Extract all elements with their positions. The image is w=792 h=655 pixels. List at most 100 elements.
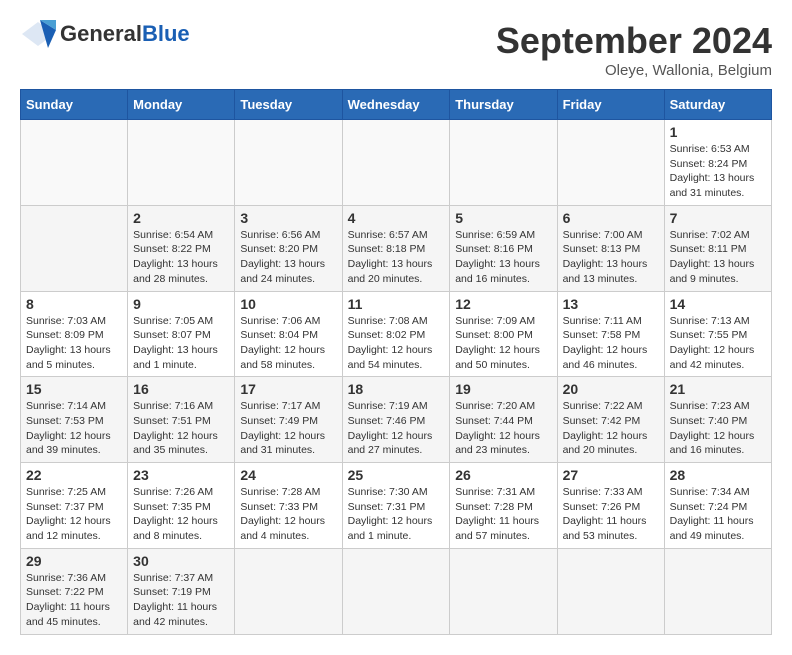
day-number: 13 (563, 296, 659, 312)
day-number: 8 (26, 296, 122, 312)
day-number: 21 (670, 381, 766, 397)
calendar-cell: 16 Sunrise: 7:16 AM Sunset: 7:51 PM Dayli… (128, 377, 235, 463)
day-number: 25 (348, 467, 445, 483)
day-info: Sunrise: 6:57 AM Sunset: 8:18 PM Dayligh… (348, 228, 445, 287)
calendar-cell: 18Sunrise: 7:19 AM Sunset: 7:46 PM Dayli… (342, 377, 450, 463)
calendar-cell (128, 120, 235, 206)
calendar-cell: 5 Sunrise: 6:59 AM Sunset: 8:16 PM Daylig… (450, 205, 557, 291)
day-info: Sunrise: 6:59 AM Sunset: 8:16 PM Dayligh… (455, 228, 551, 287)
week-row-2: 2 Sunrise: 6:54 AM Sunset: 8:22 PM Daylig… (21, 205, 772, 291)
day-info: Sunrise: 7:20 AM Sunset: 7:44 PM Dayligh… (455, 399, 551, 458)
day-info: Sunrise: 7:36 AM Sunset: 7:22 PM Dayligh… (26, 571, 122, 630)
week-row-5: 22 Sunrise: 7:25 AM Sunset: 7:37 PM Dayli… (21, 463, 772, 549)
calendar-cell: 19 Sunrise: 7:20 AM Sunset: 7:44 PM Dayli… (450, 377, 557, 463)
day-info: Sunrise: 7:16 AM Sunset: 7:51 PM Dayligh… (133, 399, 229, 458)
logo-icon (20, 20, 56, 48)
calendar-cell: 25Sunrise: 7:30 AM Sunset: 7:31 PM Dayli… (342, 463, 450, 549)
day-info: Sunrise: 7:33 AM Sunset: 7:26 PM Dayligh… (563, 485, 659, 544)
day-number: 7 (670, 210, 766, 226)
day-info: Sunrise: 7:37 AM Sunset: 7:19 PM Dayligh… (133, 571, 229, 630)
calendar-cell (342, 120, 450, 206)
week-row-6: 29 Sunrise: 7:36 AM Sunset: 7:22 PM Dayli… (21, 548, 772, 634)
week-row-3: 8 Sunrise: 7:03 AM Sunset: 8:09 PM Daylig… (21, 291, 772, 377)
day-info: Sunrise: 7:06 AM Sunset: 8:04 PM Dayligh… (240, 314, 336, 373)
day-info: Sunrise: 7:26 AM Sunset: 7:35 PM Dayligh… (133, 485, 229, 544)
day-info: Sunrise: 7:14 AM Sunset: 7:53 PM Dayligh… (26, 399, 122, 458)
day-header-monday: Monday (128, 90, 235, 120)
calendar-cell: 21 Sunrise: 7:23 AM Sunset: 7:40 PM Dayli… (664, 377, 771, 463)
logo-text: GeneralBlue (60, 23, 190, 45)
day-info: Sunrise: 7:00 AM Sunset: 8:13 PM Dayligh… (563, 228, 659, 287)
day-info: Sunrise: 6:56 AM Sunset: 8:20 PM Dayligh… (240, 228, 336, 287)
day-number: 22 (26, 467, 122, 483)
day-info: Sunrise: 7:31 AM Sunset: 7:28 PM Dayligh… (455, 485, 551, 544)
day-info: Sunrise: 7:05 AM Sunset: 8:07 PM Dayligh… (133, 314, 229, 373)
day-number: 27 (563, 467, 659, 483)
calendar-cell (235, 548, 342, 634)
day-number: 1 (670, 124, 766, 140)
day-header-sunday: Sunday (21, 90, 128, 120)
header-row: SundayMondayTuesdayWednesdayThursdayFrid… (21, 90, 772, 120)
day-info: Sunrise: 7:08 AM Sunset: 8:02 PM Dayligh… (348, 314, 445, 373)
title-block: September 2024 Oleye, Wallonia, Belgium (496, 20, 772, 79)
calendar-cell: 23 Sunrise: 7:26 AM Sunset: 7:35 PM Dayli… (128, 463, 235, 549)
calendar-cell (557, 120, 664, 206)
day-number: 29 (26, 553, 122, 569)
calendar-cell: 29 Sunrise: 7:36 AM Sunset: 7:22 PM Dayli… (21, 548, 128, 634)
day-info: Sunrise: 7:23 AM Sunset: 7:40 PM Dayligh… (670, 399, 766, 458)
day-info: Sunrise: 7:17 AM Sunset: 7:49 PM Dayligh… (240, 399, 336, 458)
day-info: Sunrise: 6:53 AM Sunset: 8:24 PM Dayligh… (670, 142, 766, 201)
calendar-cell: 10 Sunrise: 7:06 AM Sunset: 8:04 PM Dayli… (235, 291, 342, 377)
day-info: Sunrise: 6:54 AM Sunset: 8:22 PM Dayligh… (133, 228, 229, 287)
calendar-cell: 28Sunrise: 7:34 AM Sunset: 7:24 PM Dayli… (664, 463, 771, 549)
day-header-tuesday: Tuesday (235, 90, 342, 120)
day-number: 5 (455, 210, 551, 226)
calendar-cell: 7 Sunrise: 7:02 AM Sunset: 8:11 PM Daylig… (664, 205, 771, 291)
day-info: Sunrise: 7:28 AM Sunset: 7:33 PM Dayligh… (240, 485, 336, 544)
day-info: Sunrise: 7:09 AM Sunset: 8:00 PM Dayligh… (455, 314, 551, 373)
day-header-saturday: Saturday (664, 90, 771, 120)
day-number: 2 (133, 210, 229, 226)
calendar-cell: 1 Sunrise: 6:53 AM Sunset: 8:24 PM Daylig… (664, 120, 771, 206)
day-header-thursday: Thursday (450, 90, 557, 120)
day-number: 6 (563, 210, 659, 226)
calendar-cell: 24Sunrise: 7:28 AM Sunset: 7:33 PM Dayli… (235, 463, 342, 549)
calendar-cell: 20Sunrise: 7:22 AM Sunset: 7:42 PM Dayli… (557, 377, 664, 463)
day-info: Sunrise: 7:02 AM Sunset: 8:11 PM Dayligh… (670, 228, 766, 287)
calendar-cell: 14Sunrise: 7:13 AM Sunset: 7:55 PM Dayli… (664, 291, 771, 377)
day-number: 30 (133, 553, 229, 569)
day-header-friday: Friday (557, 90, 664, 120)
location: Oleye, Wallonia, Belgium (496, 62, 772, 79)
calendar-cell: 22 Sunrise: 7:25 AM Sunset: 7:37 PM Dayli… (21, 463, 128, 549)
day-number: 18 (348, 381, 445, 397)
day-info: Sunrise: 7:03 AM Sunset: 8:09 PM Dayligh… (26, 314, 122, 373)
day-number: 23 (133, 467, 229, 483)
day-number: 12 (455, 296, 551, 312)
calendar-cell: 9Sunrise: 7:05 AM Sunset: 8:07 PM Daylig… (128, 291, 235, 377)
day-number: 14 (670, 296, 766, 312)
calendar-cell: 26Sunrise: 7:31 AM Sunset: 7:28 PM Dayli… (450, 463, 557, 549)
week-row-1: 1 Sunrise: 6:53 AM Sunset: 8:24 PM Daylig… (21, 120, 772, 206)
day-number: 28 (670, 467, 766, 483)
calendar-cell: 15Sunrise: 7:14 AM Sunset: 7:53 PM Dayli… (21, 377, 128, 463)
day-number: 16 (133, 381, 229, 397)
day-number: 19 (455, 381, 551, 397)
logo: GeneralBlue (20, 20, 190, 48)
month-title: September 2024 (496, 20, 772, 62)
day-info: Sunrise: 7:11 AM Sunset: 7:58 PM Dayligh… (563, 314, 659, 373)
page-header: GeneralBlue September 2024 Oleye, Wallon… (20, 20, 772, 79)
calendar-cell: 17 Sunrise: 7:17 AM Sunset: 7:49 PM Dayli… (235, 377, 342, 463)
calendar-cell: 4 Sunrise: 6:57 AM Sunset: 8:18 PM Daylig… (342, 205, 450, 291)
day-header-wednesday: Wednesday (342, 90, 450, 120)
day-number: 4 (348, 210, 445, 226)
calendar-cell: 2 Sunrise: 6:54 AM Sunset: 8:22 PM Daylig… (128, 205, 235, 291)
calendar-cell (664, 548, 771, 634)
day-info: Sunrise: 7:25 AM Sunset: 7:37 PM Dayligh… (26, 485, 122, 544)
day-number: 10 (240, 296, 336, 312)
calendar-cell (450, 548, 557, 634)
calendar-cell: 6 Sunrise: 7:00 AM Sunset: 8:13 PM Daylig… (557, 205, 664, 291)
day-number: 17 (240, 381, 336, 397)
calendar-cell: 30 Sunrise: 7:37 AM Sunset: 7:19 PM Dayli… (128, 548, 235, 634)
calendar-cell: 11Sunrise: 7:08 AM Sunset: 8:02 PM Dayli… (342, 291, 450, 377)
calendar-cell: 3Sunrise: 6:56 AM Sunset: 8:20 PM Daylig… (235, 205, 342, 291)
